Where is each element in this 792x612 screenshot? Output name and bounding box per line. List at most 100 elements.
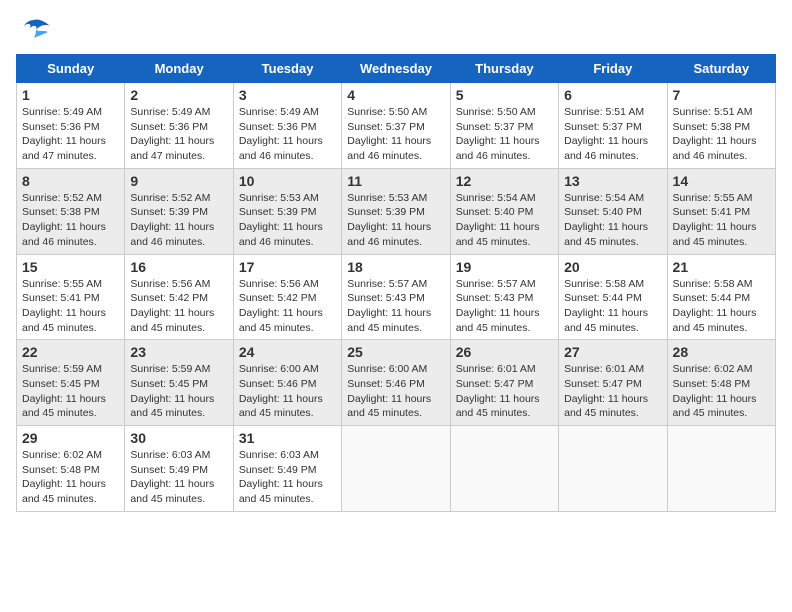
calendar-cell: 16Sunrise: 5:56 AMSunset: 5:42 PMDayligh… [125,254,233,340]
day-number: 21 [673,259,770,275]
page-header [16,16,776,46]
calendar-cell: 17 Sunrise: 5:56 AMSunset: 5:42 PMDayligh… [233,254,341,340]
day-info: Sunrise: 5:49 AMSunset: 5:36 PMDaylight:… [239,105,336,164]
calendar-cell: 7 Sunrise: 5:51 AMSunset: 5:38 PMDaylight… [667,83,775,169]
day-number: 15 [22,259,119,275]
day-number: 22 [22,344,119,360]
day-info: Sunrise: 5:51 AMSunset: 5:38 PMDaylight:… [673,105,770,164]
calendar-cell: 28 Sunrise: 6:02 AMSunset: 5:48 PMDayligh… [667,340,775,426]
calendar-cell [342,426,450,512]
calendar-cell: 31 Sunrise: 6:03 AMSunset: 5:49 PMDayligh… [233,426,341,512]
calendar-cell: 21 Sunrise: 5:58 AMSunset: 5:44 PMDayligh… [667,254,775,340]
day-info: Sunrise: 5:53 AMSunset: 5:39 PMDaylight:… [347,191,444,250]
day-number: 9 [130,173,227,189]
day-info: Sunrise: 5:50 AMSunset: 5:37 PMDaylight:… [347,105,444,164]
day-info: Sunrise: 5:51 AMSunset: 5:37 PMDaylight:… [564,105,661,164]
day-number: 23 [130,344,227,360]
day-info: Sunrise: 5:54 AMSunset: 5:40 PMDaylight:… [456,191,553,250]
day-info: Sunrise: 5:55 AMSunset: 5:41 PMDaylight:… [22,277,119,336]
calendar-cell: 9 Sunrise: 5:52 AMSunset: 5:39 PMDaylight… [125,168,233,254]
calendar-cell: 25 Sunrise: 6:00 AMSunset: 5:46 PMDayligh… [342,340,450,426]
calendar-cell: 6 Sunrise: 5:51 AMSunset: 5:37 PMDaylight… [559,83,667,169]
calendar-cell: 26 Sunrise: 6:01 AMSunset: 5:47 PMDayligh… [450,340,558,426]
calendar-cell: 14 Sunrise: 5:55 AMSunset: 5:41 PMDayligh… [667,168,775,254]
day-number: 30 [130,430,227,446]
day-number: 10 [239,173,336,189]
calendar-week-row: 1 Sunrise: 5:49 AMSunset: 5:36 PMDaylight… [17,83,776,169]
calendar-cell [667,426,775,512]
calendar-cell: 12 Sunrise: 5:54 AMSunset: 5:40 PMDayligh… [450,168,558,254]
calendar-cell: 1 Sunrise: 5:49 AMSunset: 5:36 PMDaylight… [17,83,125,169]
day-info: Sunrise: 5:59 AMSunset: 5:45 PMDaylight:… [130,362,227,421]
calendar-week-row: 8 Sunrise: 5:52 AMSunset: 5:38 PMDaylight… [17,168,776,254]
day-info: Sunrise: 5:58 AMSunset: 5:44 PMDaylight:… [673,277,770,336]
day-info: Sunrise: 5:59 AMSunset: 5:45 PMDaylight:… [22,362,119,421]
calendar-week-row: 22 Sunrise: 5:59 AMSunset: 5:45 PMDayligh… [17,340,776,426]
calendar-cell: 3 Sunrise: 5:49 AMSunset: 5:36 PMDaylight… [233,83,341,169]
calendar-cell: 23 Sunrise: 5:59 AMSunset: 5:45 PMDayligh… [125,340,233,426]
calendar-cell: 13 Sunrise: 5:54 AMSunset: 5:40 PMDayligh… [559,168,667,254]
day-number: 17 [239,259,336,275]
day-number: 20 [564,259,661,275]
calendar-cell: 2 Sunrise: 5:49 AMSunset: 5:36 PMDaylight… [125,83,233,169]
calendar-cell: 15 Sunrise: 5:55 AMSunset: 5:41 PMDayligh… [17,254,125,340]
day-number: 18 [347,259,444,275]
day-info: Sunrise: 5:53 AMSunset: 5:39 PMDaylight:… [239,191,336,250]
day-info: Sunrise: 6:03 AMSunset: 5:49 PMDaylight:… [239,448,336,507]
day-info: Sunrise: 5:49 AMSunset: 5:36 PMDaylight:… [22,105,119,164]
day-number: 3 [239,87,336,103]
day-info: Sunrise: 6:00 AMSunset: 5:46 PMDaylight:… [239,362,336,421]
day-number: 6 [564,87,661,103]
day-number: 24 [239,344,336,360]
day-number: 8 [22,173,119,189]
day-number: 11 [347,173,444,189]
calendar-cell: 19Sunrise: 5:57 AMSunset: 5:43 PMDayligh… [450,254,558,340]
day-number: 25 [347,344,444,360]
calendar-cell: 20 Sunrise: 5:58 AMSunset: 5:44 PMDayligh… [559,254,667,340]
weekday-header-row: SundayMondayTuesdayWednesdayThursdayFrid… [17,55,776,83]
day-info: Sunrise: 5:50 AMSunset: 5:37 PMDaylight:… [456,105,553,164]
day-info: Sunrise: 5:49 AMSunset: 5:36 PMDaylight:… [130,105,227,164]
calendar-cell: 10 Sunrise: 5:53 AMSunset: 5:39 PMDayligh… [233,168,341,254]
weekday-header-wednesday: Wednesday [342,55,450,83]
day-info: Sunrise: 5:52 AMSunset: 5:39 PMDaylight:… [130,191,227,250]
day-info: Sunrise: 5:52 AMSunset: 5:38 PMDaylight:… [22,191,119,250]
day-number: 1 [22,87,119,103]
logo-icon [16,16,52,46]
day-info: Sunrise: 5:58 AMSunset: 5:44 PMDaylight:… [564,277,661,336]
day-info: Sunrise: 5:55 AMSunset: 5:41 PMDaylight:… [673,191,770,250]
calendar-cell [559,426,667,512]
calendar-cell: 24 Sunrise: 6:00 AMSunset: 5:46 PMDayligh… [233,340,341,426]
day-number: 12 [456,173,553,189]
day-number: 27 [564,344,661,360]
day-number: 14 [673,173,770,189]
day-info: Sunrise: 6:00 AMSunset: 5:46 PMDaylight:… [347,362,444,421]
weekday-header-saturday: Saturday [667,55,775,83]
calendar-cell: 22 Sunrise: 5:59 AMSunset: 5:45 PMDayligh… [17,340,125,426]
day-number: 7 [673,87,770,103]
day-info: Sunrise: 6:03 AMSunset: 5:49 PMDaylight:… [130,448,227,507]
calendar-cell: 4 Sunrise: 5:50 AMSunset: 5:37 PMDaylight… [342,83,450,169]
day-info: Sunrise: 5:56 AMSunset: 5:42 PMDaylight:… [130,277,227,336]
day-info: Sunrise: 6:01 AMSunset: 5:47 PMDaylight:… [456,362,553,421]
day-number: 31 [239,430,336,446]
weekday-header-sunday: Sunday [17,55,125,83]
day-number: 13 [564,173,661,189]
day-info: Sunrise: 6:02 AMSunset: 5:48 PMDaylight:… [673,362,770,421]
weekday-header-thursday: Thursday [450,55,558,83]
weekday-header-tuesday: Tuesday [233,55,341,83]
day-number: 5 [456,87,553,103]
calendar-cell: 18Sunrise: 5:57 AMSunset: 5:43 PMDayligh… [342,254,450,340]
day-info: Sunrise: 5:56 AMSunset: 5:42 PMDaylight:… [239,277,336,336]
logo [16,16,56,46]
day-number: 28 [673,344,770,360]
day-info: Sunrise: 6:02 AMSunset: 5:48 PMDaylight:… [22,448,119,507]
day-info: Sunrise: 5:54 AMSunset: 5:40 PMDaylight:… [564,191,661,250]
calendar-cell: 8 Sunrise: 5:52 AMSunset: 5:38 PMDaylight… [17,168,125,254]
calendar-cell: 29Sunrise: 6:02 AMSunset: 5:48 PMDayligh… [17,426,125,512]
day-number: 26 [456,344,553,360]
day-number: 4 [347,87,444,103]
calendar-week-row: 29Sunrise: 6:02 AMSunset: 5:48 PMDayligh… [17,426,776,512]
day-number: 19 [456,259,553,275]
day-number: 2 [130,87,227,103]
